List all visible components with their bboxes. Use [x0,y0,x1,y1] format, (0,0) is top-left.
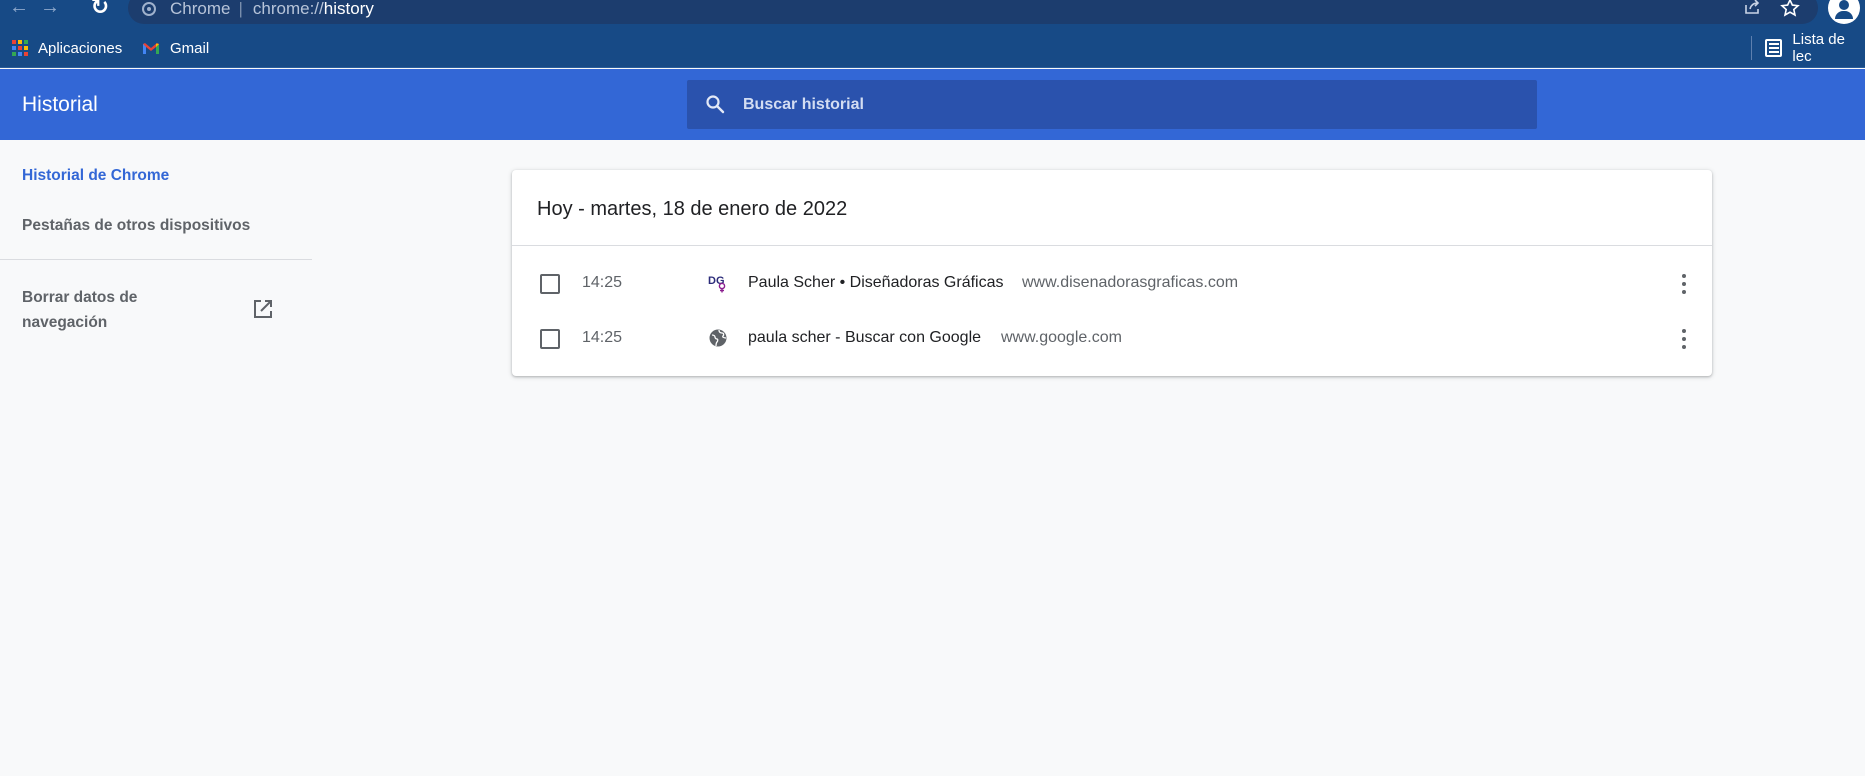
bookmarks-divider [1751,36,1752,60]
bookmark-label: Aplicaciones [38,39,123,57]
entry-time: 14:25 [582,329,623,346]
arrow-left-icon: ← [9,0,29,18]
page-title: Historial [22,93,98,116]
back-button[interactable]: ← [6,0,32,20]
reading-list-label: Lista de lec [1792,31,1845,65]
entry-domain: www.disenadorasgraficas.com [1022,274,1239,291]
reading-list-icon [1765,39,1783,57]
entry-menu-button[interactable] [1672,272,1696,296]
globe-icon [709,329,727,347]
apps-grid-icon [12,40,28,56]
date-heading: Hoy - martes, 18 de enero de 2022 [537,198,848,220]
history-card: Hoy - martes, 18 de enero de 2022 14:25 … [512,170,1712,376]
search-input[interactable] [743,80,1523,129]
history-header: Historial [0,69,1865,140]
open-in-new-icon[interactable] [252,298,274,320]
search-field[interactable] [687,80,1537,129]
share-button[interactable] [1742,0,1762,18]
svg-text:DG: DG [708,275,725,287]
site-label: Chrome [170,0,231,18]
entry-checkbox[interactable] [540,274,560,294]
star-icon [1780,0,1800,17]
gmail-icon [142,42,160,55]
entry-checkbox[interactable] [540,329,560,349]
bookmark-label: Gmail [170,39,210,57]
dg-logo-icon: DG [708,275,726,293]
address-text: Chrome | chrome://history [170,0,374,19]
sidebar-divider [0,259,312,260]
profile-avatar-button[interactable] [1828,0,1860,24]
history-entry[interactable]: 14:25 paula scher - Buscar con Google ww… [512,311,1712,366]
address-bar[interactable]: Chrome | chrome://history [128,0,1818,24]
entry-title-link[interactable]: Paula Scher • Diseñadoras Gráficas [748,274,1004,292]
reading-list-button[interactable]: Lista de lec [1765,31,1865,65]
bookmark-star-button[interactable] [1780,0,1800,18]
chrome-icon [142,2,156,16]
reload-icon: ↻ [90,0,110,19]
clear-browsing-data-link[interactable]: Borrar datos de navegación [22,285,192,335]
sidebar-item-chrome-history[interactable]: Historial de Chrome [22,167,169,185]
bookmark-apps[interactable]: Aplicaciones [12,37,122,59]
arrow-right-icon: → [40,0,60,18]
share-icon [1745,0,1760,14]
entry-menu-button[interactable] [1672,327,1696,351]
sidebar-item-other-devices[interactable]: Pestañas de otros dispositivos [22,217,250,235]
entry-time: 14:25 [582,274,623,291]
bookmarks-bar: Aplicaciones Gmail Lista de lec [0,28,1865,68]
reload-button[interactable]: ↻ [87,0,113,20]
url-separator: | [238,0,243,18]
url-path: history [323,0,374,18]
sidebar: Historial de Chrome Pestañas de otros di… [0,140,312,776]
entry-domain: www.google.com [1001,329,1122,346]
history-entry[interactable]: 14:25 DG Paula Scher • Diseñadoras Gráfi… [512,256,1712,311]
forward-button[interactable]: → [37,0,63,20]
url-scheme: chrome:// [252,0,324,18]
entry-title-link[interactable]: paula scher - Buscar con Google [748,329,981,347]
bookmark-gmail[interactable]: Gmail [142,37,209,59]
card-divider [512,245,1712,246]
browser-toolbar: ← → ↻ Chrome | chrome://history [0,0,1865,28]
search-icon [706,95,725,114]
